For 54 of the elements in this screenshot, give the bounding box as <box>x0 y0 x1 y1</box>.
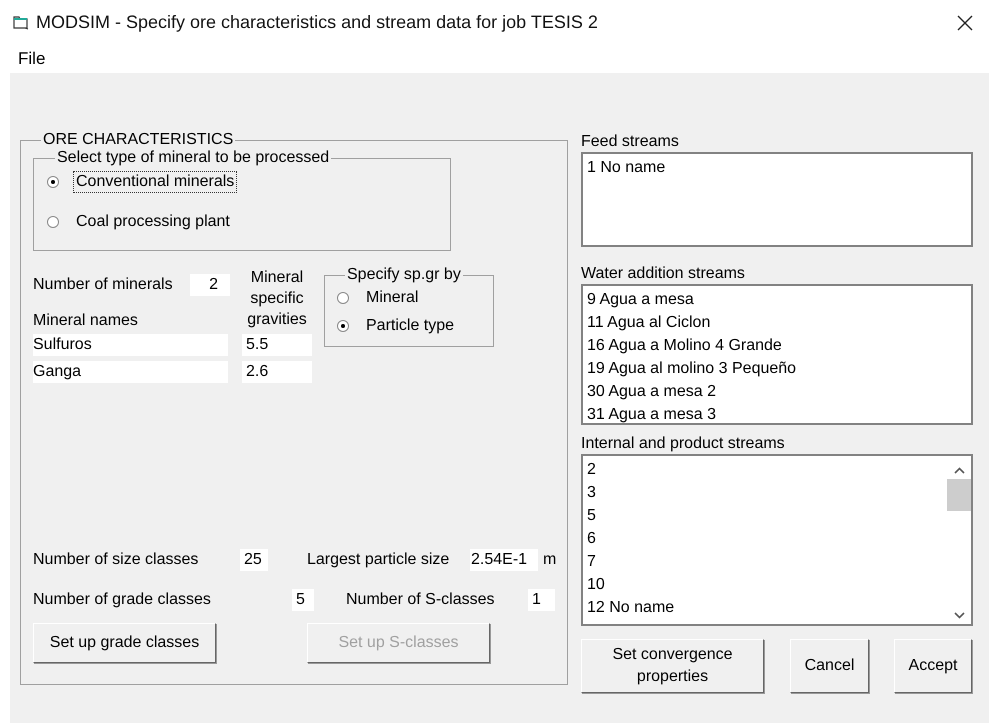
list-item[interactable]: 19 Agua al molino 3 Pequeño <box>587 357 967 380</box>
window-title: MODSIM - Specify ore characteristics and stream data for job TESIS 2 <box>36 12 598 33</box>
radio-button[interactable] <box>47 216 59 228</box>
radio-button[interactable] <box>337 320 349 332</box>
radio-label[interactable]: Coal processing plant <box>73 211 233 233</box>
field-label: Number of minerals <box>33 276 173 294</box>
input-field[interactable]: 2.54E-1 <box>470 549 538 571</box>
list-item[interactable]: 16 Agua a Molino 4 Grande <box>587 334 967 357</box>
field-label: Largest particle size <box>307 551 450 569</box>
button[interactable]: Cancel <box>790 639 869 693</box>
list-item[interactable]: 1 No name <box>587 156 967 179</box>
list-item[interactable]: 9 Agua a mesa <box>587 288 967 311</box>
column-header: Mineral specific gravities <box>246 268 308 330</box>
input-field[interactable]: 1 <box>528 589 555 611</box>
field-label: Mineral names <box>33 312 139 330</box>
button[interactable]: Set up grade classes <box>33 623 216 663</box>
list-item[interactable]: 12 No name <box>587 596 943 619</box>
button[interactable]: Set convergence properties <box>581 639 764 693</box>
list-item[interactable]: 5 <box>587 504 943 527</box>
input-field[interactable]: Ganga <box>33 361 228 383</box>
list-item[interactable]: 31 Agua a mesa 3 <box>587 403 967 426</box>
input-field[interactable]: 5 <box>292 589 314 611</box>
input-field[interactable]: 25 <box>240 549 268 571</box>
group-title: ORE CHARACTERISTICS <box>42 132 234 148</box>
group-title: Specify sp.gr by <box>346 267 462 283</box>
close-button[interactable] <box>957 14 973 30</box>
field-label: Number of S-classes <box>346 591 496 609</box>
list-title: Feed streams <box>581 132 680 152</box>
list-item[interactable]: 7 <box>587 550 943 573</box>
list-item[interactable]: 2 <box>587 458 943 481</box>
group-title: Select type of mineral to be processed <box>56 150 330 166</box>
field-label: m <box>543 551 556 569</box>
list-item[interactable]: 11 Agua al Ciclon <box>587 311 967 334</box>
menu-item[interactable]: File <box>18 49 46 69</box>
radio-button[interactable] <box>337 292 349 304</box>
radio-button[interactable] <box>47 176 59 188</box>
scroll-thumb[interactable] <box>947 479 971 511</box>
input-field[interactable]: 2 <box>190 274 230 296</box>
list-item[interactable]: 30 Agua a mesa 2 <box>587 380 967 403</box>
list-title: Internal and product streams <box>581 434 786 454</box>
button[interactable]: Accept <box>894 639 972 693</box>
list-item[interactable]: 6 <box>587 527 943 550</box>
input-field[interactable]: 5.5 <box>242 334 312 356</box>
list-item[interactable]: 10 <box>587 573 943 596</box>
list-title: Water addition streams <box>581 264 746 284</box>
field-label: Number of grade classes <box>33 591 212 609</box>
radio-label[interactable]: Conventional minerals <box>73 171 238 193</box>
radio-label[interactable]: Particle type <box>363 315 458 337</box>
input-field[interactable]: 2.6 <box>242 361 312 383</box>
radio-label[interactable]: Mineral <box>363 287 422 309</box>
input-field[interactable]: Sulfuros <box>33 334 228 356</box>
field-label: Number of size classes <box>33 551 200 569</box>
folder-icon <box>13 15 29 30</box>
list-item[interactable]: 3 <box>587 481 943 504</box>
